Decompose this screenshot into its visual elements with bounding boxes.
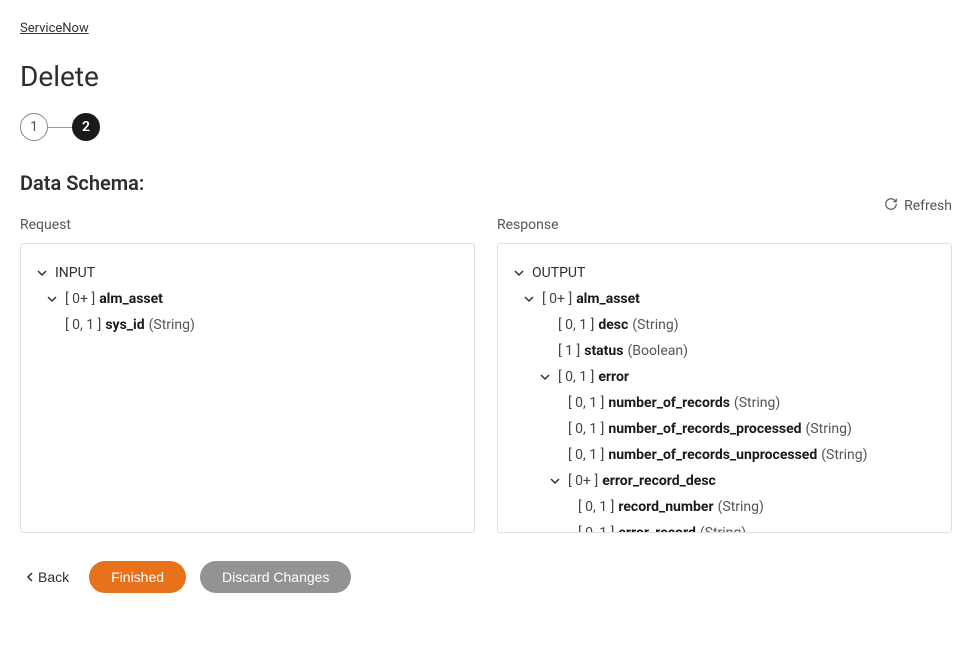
finished-button[interactable]: Finished [89,561,186,593]
step-connector [48,127,72,128]
stepper: 1 2 [20,113,952,141]
cardinality: [ 0+ ] [65,289,95,309]
field-name: number_of_records_unprocessed [608,445,817,465]
field-name: status [584,341,623,361]
response-column: Response OUTPUT [ 0+ ] alm_asset [ [497,217,952,533]
tree-node-number-unprocessed[interactable]: [ 0, 1 ] number_of_records_unprocessed (… [532,442,937,468]
tree-node-number-processed[interactable]: [ 0, 1 ] number_of_records_processed (St… [532,416,937,442]
field-name: sys_id [105,315,144,335]
section-heading: Data Schema: [20,171,952,195]
tree-node-input[interactable]: INPUT [35,260,460,286]
tree-node-alm-asset[interactable]: [ 0+ ] alm_asset [35,286,460,312]
response-schema-box: OUTPUT [ 0+ ] alm_asset [ 0, 1 ] desc (S… [497,243,952,533]
tree-node-label: OUTPUT [532,263,585,283]
cardinality: [ 0, 1 ] [65,315,101,335]
step-2[interactable]: 2 [72,113,100,141]
field-type: (String) [821,445,867,465]
tree-node-label: INPUT [55,263,95,283]
request-schema-box: INPUT [ 0+ ] alm_asset [ 0, 1 ] sys_id (… [20,243,475,533]
request-label: Request [20,217,475,233]
cardinality: [ 0, 1 ] [558,315,594,335]
tree-node-error-record-desc[interactable]: [ 0+ ] error_record_desc [512,468,937,494]
refresh-button[interactable]: Refresh [884,197,952,215]
tree-node-output[interactable]: OUTPUT [512,260,937,286]
cardinality: [ 0, 1 ] [558,367,594,387]
cardinality: [ 0+ ] [542,289,572,309]
tree-node-number-of-records[interactable]: [ 0, 1 ] number_of_records (String) [532,390,937,416]
chevron-down-icon [538,372,552,382]
field-type: (String) [806,419,852,439]
cardinality: [ 0, 1 ] [568,419,604,439]
cardinality: [ 0+ ] [568,471,598,491]
response-label: Response [497,217,952,233]
chevron-left-icon [26,569,34,585]
field-name: number_of_records [608,393,730,413]
field-name: number_of_records_processed [608,419,801,439]
tree-node-error-record[interactable]: [ 0, 1 ] error_record (String) [532,520,937,533]
refresh-icon [884,197,898,215]
back-button[interactable]: Back [20,565,75,589]
discard-button[interactable]: Discard Changes [200,561,351,593]
field-name: desc [598,315,628,335]
field-name: alm_asset [99,289,163,309]
back-label: Back [38,569,69,585]
field-type: (Boolean) [627,341,688,361]
field-name: alm_asset [576,289,640,309]
cardinality: [ 0, 1 ] [578,523,614,533]
field-type: (String) [734,393,780,413]
tree-node-error[interactable]: [ 0, 1 ] error [512,364,937,390]
field-type: (String) [632,315,678,335]
tree-node-sys-id[interactable]: [ 0, 1 ] sys_id (String) [55,312,460,338]
tree-node-desc[interactable]: [ 0, 1 ] desc (String) [532,312,937,338]
step-1[interactable]: 1 [20,113,48,141]
field-name: record_number [618,497,713,517]
chevron-down-icon [512,268,526,278]
cardinality: [ 0, 1 ] [568,393,604,413]
field-type: (String) [718,497,764,517]
field-type: (String) [149,315,195,335]
tree-node-status[interactable]: [ 1 ] status (Boolean) [532,338,937,364]
field-name: error [598,367,629,387]
cardinality: [ 1 ] [558,341,580,361]
chevron-down-icon [35,268,49,278]
breadcrumb[interactable]: ServiceNow [20,21,89,36]
cardinality: [ 0, 1 ] [568,445,604,465]
footer: Back Finished Discard Changes [20,561,952,593]
page-title: Delete [20,60,952,93]
refresh-label: Refresh [904,198,952,214]
chevron-down-icon [522,294,536,304]
chevron-down-icon [548,476,562,486]
cardinality: [ 0, 1 ] [578,497,614,517]
field-name: error_record_desc [602,471,716,491]
tree-node-alm-asset[interactable]: [ 0+ ] alm_asset [512,286,937,312]
field-name: error_record [618,523,696,533]
chevron-down-icon [45,294,59,304]
field-type: (String) [700,523,746,533]
tree-node-record-number[interactable]: [ 0, 1 ] record_number (String) [532,494,937,520]
request-column: Request INPUT [ 0+ ] alm_asset [ 0, [20,217,475,533]
